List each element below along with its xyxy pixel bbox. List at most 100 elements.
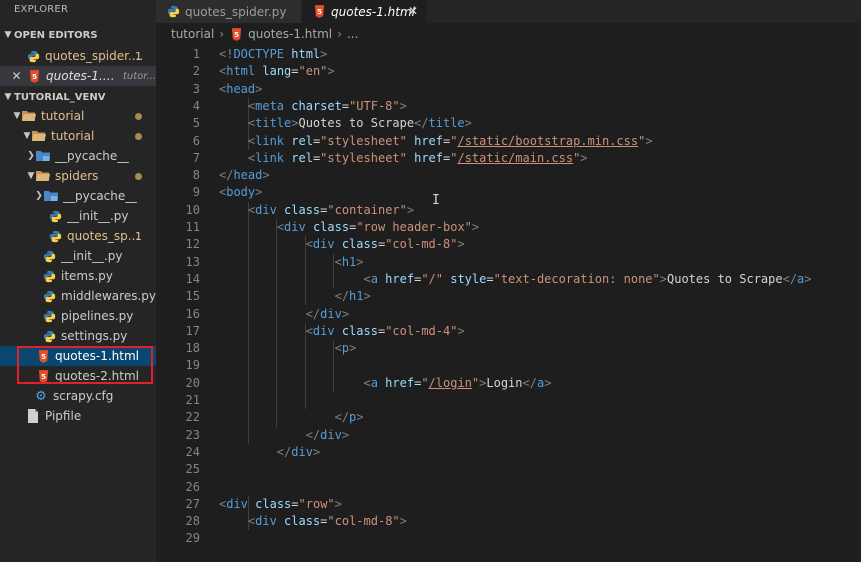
code-token: div <box>255 202 277 217</box>
line-number: 8 <box>192 168 200 183</box>
tree-folder-tutorial[interactable]: ▼ tutorial <box>0 106 156 126</box>
breadcrumb-file[interactable]: quotes-1.html <box>248 27 332 41</box>
code-text: <!DOCTYPE html> <box>219 46 327 63</box>
open-editor-label: quotes-1.html <box>46 69 118 83</box>
code-token: > <box>457 323 465 338</box>
code-line[interactable]: 13 <h1> <box>156 254 861 271</box>
tree-file-init-spiders[interactable]: __init__.py <box>0 206 156 226</box>
tree-file-quotes-spider[interactable]: quotes_sp... 1 <box>0 226 156 246</box>
code-token: div <box>320 427 342 442</box>
code-line[interactable]: 29 <box>156 530 861 547</box>
open-editor-quotes-1-html[interactable]: ✕ 5 quotes-1.html tutor... <box>0 66 156 86</box>
code-line[interactable]: 16 </div> <box>156 306 861 323</box>
close-icon[interactable]: ✕ <box>408 4 418 18</box>
html-file-icon: 5 <box>27 69 41 83</box>
tree-file-settings[interactable]: settings.py <box>0 326 156 346</box>
code-line[interactable]: 17 <div class="col-md-4"> <box>156 323 861 340</box>
code-text: <meta charset="UTF-8"> <box>219 98 407 115</box>
code-editor[interactable]: 1 <!DOCTYPE html> 2 <html lang="en"> 3 <head>… <box>156 45 861 562</box>
code-token: </ <box>219 289 350 304</box>
code-line[interactable]: 6 <link rel="stylesheet" href="/static/b… <box>156 133 861 150</box>
close-icon[interactable]: ✕ <box>10 69 23 83</box>
code-line[interactable]: 21 <box>156 392 861 409</box>
tree-file-middlewares[interactable]: middlewares.py <box>0 286 156 306</box>
line-number: 1 <box>192 47 200 61</box>
code-line[interactable]: 3 <head> <box>156 81 861 98</box>
code-token: > <box>356 254 364 269</box>
open-editor-quotes-spider[interactable]: quotes_spider.... 1 <box>0 46 156 66</box>
code-token: > <box>327 64 335 79</box>
code-text: <div class="container"> <box>219 202 414 219</box>
code-line[interactable]: 18 <p> <box>156 340 861 357</box>
code-line[interactable]: 11 <div class="row header-box"> <box>156 219 861 236</box>
line-number: 2 <box>192 64 200 79</box>
tab-quotes-1-html[interactable]: 5 quotes-1.html ✕ <box>302 0 426 23</box>
breadcrumb-folder[interactable]: tutorial <box>171 27 214 41</box>
code-token: = <box>341 98 350 113</box>
line-number: 16 <box>185 306 200 321</box>
code-line[interactable]: 10 <div class="container"> <box>156 202 861 219</box>
code-text: </div> <box>219 306 349 323</box>
code-token: rel <box>284 150 313 165</box>
line-number: 28 <box>185 514 200 529</box>
code-line[interactable]: 15 </h1> <box>156 288 861 305</box>
code-line[interactable]: 22 </p> <box>156 409 861 426</box>
line-number: 12 <box>185 237 200 252</box>
code-token: title <box>255 116 292 131</box>
tree-label: pipelines.py <box>61 309 134 323</box>
code-token: /static/main.css <box>457 150 574 165</box>
code-line[interactable]: 9 <body> <box>156 184 861 201</box>
code-line[interactable]: 20 <a href="/login">Login</a> <box>156 375 861 392</box>
code-token: > <box>356 410 364 425</box>
code-token: " <box>421 375 429 390</box>
code-line[interactable]: 2 <html lang="en"> <box>156 63 861 80</box>
python-file-icon <box>42 249 56 263</box>
tree-file-items[interactable]: items.py <box>0 266 156 286</box>
code-token: DOCTYPE <box>233 47 285 61</box>
workspace-header[interactable]: ▼ TUTORIAL_VENV <box>0 87 156 107</box>
code-token: head <box>233 168 263 183</box>
code-token: lang <box>255 64 292 79</box>
code-text: <title>Quotes to Scrape</title> <box>219 115 472 132</box>
code-line[interactable]: 25 <box>156 461 861 478</box>
tree-file-pipelines[interactable]: pipelines.py <box>0 306 156 326</box>
code-text: <div class="col-md-8"> <box>219 236 465 253</box>
code-token: > <box>406 202 415 217</box>
code-token: "stylesheet" <box>320 150 407 165</box>
code-line[interactable]: 28 <div class="col-md-8"> <box>156 513 861 530</box>
open-editors-header[interactable]: ▼ OPEN EDITORS <box>0 25 156 45</box>
code-line[interactable]: 27 <div class="row"> <box>156 496 861 513</box>
folder-open-icon <box>36 169 50 183</box>
tree-file-pipfile[interactable]: Pipfile <box>0 406 156 426</box>
tree-folder-spiders[interactable]: ▼ spiders <box>0 166 156 186</box>
code-line[interactable]: 4 <meta charset="UTF-8"> <box>156 98 861 115</box>
code-line[interactable]: 12 <div class="col-md-8"> <box>156 236 861 253</box>
code-line[interactable]: 8 </head> <box>156 167 861 184</box>
breadcrumb-more[interactable]: ... <box>347 27 358 41</box>
explorer-title: EXPLORER <box>14 4 69 15</box>
code-line[interactable]: 1 <!DOCTYPE html> <box>156 46 861 63</box>
tab-quotes-spider-py[interactable]: quotes_spider.py <box>156 0 301 23</box>
python-file-icon <box>48 229 62 243</box>
code-token: class <box>276 514 321 529</box>
tree-folder-pycache-spiders[interactable]: ❯ __pycache__ <box>0 186 156 206</box>
code-line[interactable]: 23 </div> <box>156 427 861 444</box>
code-text: <p> <box>219 340 357 357</box>
code-line[interactable]: 14 <a href="/" style="text-decoration: n… <box>156 271 861 288</box>
tree-file-init[interactable]: __init__.py <box>0 246 156 266</box>
code-token: < <box>219 514 256 529</box>
code-line[interactable]: 19 <box>156 357 861 374</box>
tree-label: __init__.py <box>61 249 123 263</box>
tree-file-scrapy-cfg[interactable]: ⚙ scrapy.cfg <box>0 386 156 406</box>
code-line[interactable]: 5 <title>Quotes to Scrape</title> <box>156 115 861 132</box>
code-line[interactable]: 26 <box>156 479 861 496</box>
code-token: href <box>406 133 443 148</box>
code-token: <! <box>219 47 234 61</box>
tree-folder-tutorial-inner[interactable]: ▼ tutorial <box>0 126 156 146</box>
code-line[interactable]: 7 <link rel="stylesheet" href="/static/m… <box>156 150 861 167</box>
line-number: 20 <box>185 375 200 390</box>
code-line[interactable]: 24 </div> <box>156 444 861 461</box>
tree-folder-pycache[interactable]: ❯ __pycache__ <box>0 146 156 166</box>
code-token: < <box>219 98 256 113</box>
code-token: > <box>341 427 350 442</box>
